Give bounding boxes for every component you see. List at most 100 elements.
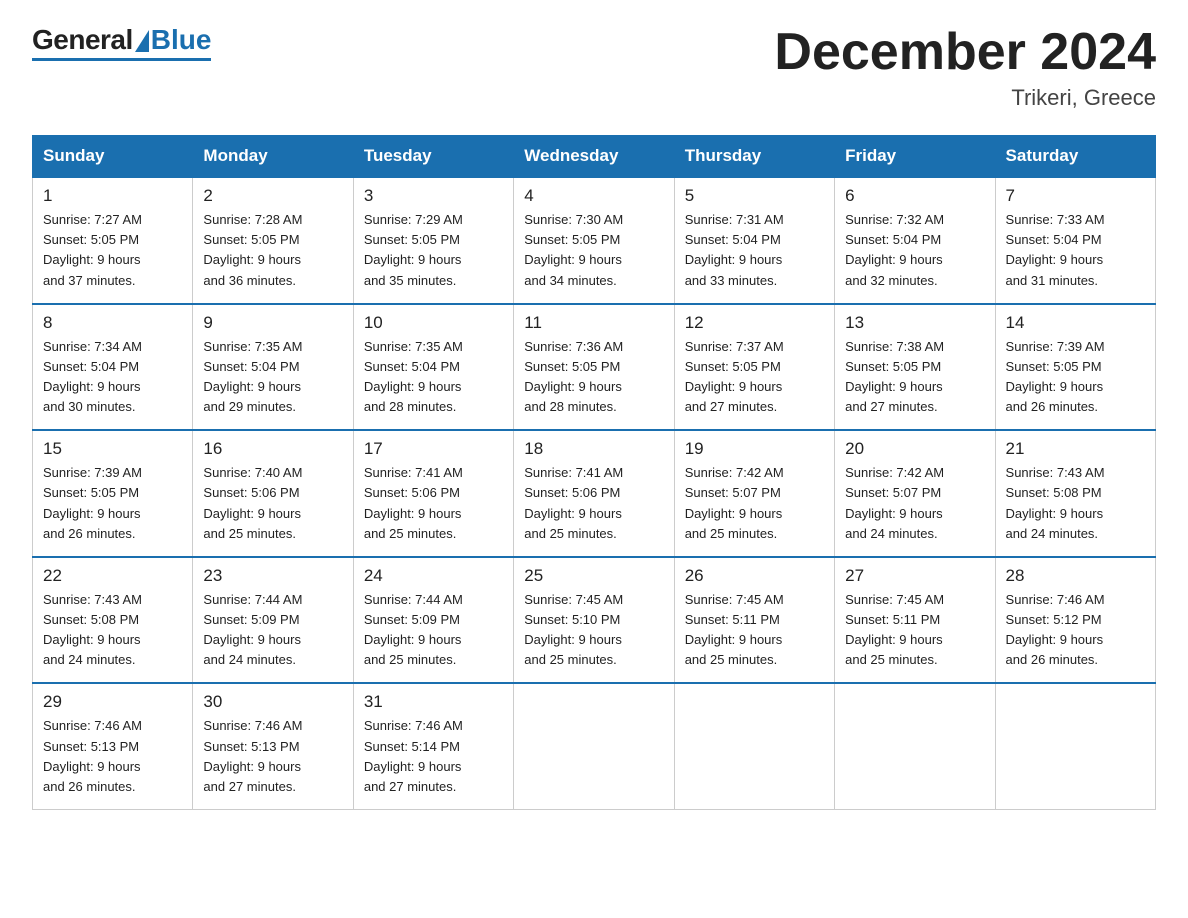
- day-info: Sunrise: 7:44 AMSunset: 5:09 PMDaylight:…: [364, 590, 503, 671]
- day-info: Sunrise: 7:27 AMSunset: 5:05 PMDaylight:…: [43, 210, 182, 291]
- logo-underline: [32, 58, 211, 61]
- day-info: Sunrise: 7:42 AMSunset: 5:07 PMDaylight:…: [845, 463, 984, 544]
- day-number: 6: [845, 186, 984, 206]
- day-number: 24: [364, 566, 503, 586]
- calendar-day-cell: 25 Sunrise: 7:45 AMSunset: 5:10 PMDayligh…: [514, 557, 674, 684]
- day-info: Sunrise: 7:39 AMSunset: 5:05 PMDaylight:…: [1006, 337, 1145, 418]
- day-number: 9: [203, 313, 342, 333]
- title-block: December 2024 Trikeri, Greece: [774, 24, 1156, 111]
- day-number: 7: [1006, 186, 1145, 206]
- calendar-week-row: 22Sunrise: 7:43 AMSunset: 5:08 PMDayligh…: [33, 557, 1156, 684]
- calendar-day-cell: [835, 683, 995, 809]
- calendar-day-cell: 31Sunrise: 7:46 AMSunset: 5:14 PMDayligh…: [353, 683, 513, 809]
- calendar-day-cell: 13 Sunrise: 7:38 AMSunset: 5:05 PMDayligh…: [835, 304, 995, 431]
- calendar-day-cell: 19 Sunrise: 7:42 AMSunset: 5:07 PMDayligh…: [674, 430, 834, 557]
- calendar-day-cell: 5 Sunrise: 7:31 AMSunset: 5:04 PMDaylight…: [674, 177, 834, 304]
- calendar-day-cell: 8Sunrise: 7:34 AMSunset: 5:04 PMDaylight…: [33, 304, 193, 431]
- calendar-day-cell: [674, 683, 834, 809]
- day-info: Sunrise: 7:46 AMSunset: 5:13 PMDaylight:…: [203, 716, 342, 797]
- day-info: Sunrise: 7:45 AMSunset: 5:11 PMDaylight:…: [845, 590, 984, 671]
- calendar-header: SundayMondayTuesdayWednesdayThursdayFrid…: [33, 136, 1156, 178]
- location-title: Trikeri, Greece: [774, 85, 1156, 111]
- page-header: General Blue December 2024 Trikeri, Gree…: [32, 24, 1156, 111]
- calendar-day-cell: 9Sunrise: 7:35 AMSunset: 5:04 PMDaylight…: [193, 304, 353, 431]
- day-number: 26: [685, 566, 824, 586]
- day-info: Sunrise: 7:45 AMSunset: 5:11 PMDaylight:…: [685, 590, 824, 671]
- calendar-day-cell: [995, 683, 1155, 809]
- day-info: Sunrise: 7:34 AMSunset: 5:04 PMDaylight:…: [43, 337, 182, 418]
- calendar-day-cell: 24 Sunrise: 7:44 AMSunset: 5:09 PMDayligh…: [353, 557, 513, 684]
- calendar-day-cell: 14 Sunrise: 7:39 AMSunset: 5:05 PMDayligh…: [995, 304, 1155, 431]
- weekday-header-tuesday: Tuesday: [353, 136, 513, 178]
- day-number: 3: [364, 186, 503, 206]
- calendar-table: SundayMondayTuesdayWednesdayThursdayFrid…: [32, 135, 1156, 810]
- day-info: Sunrise: 7:38 AMSunset: 5:05 PMDaylight:…: [845, 337, 984, 418]
- day-info: Sunrise: 7:41 AMSunset: 5:06 PMDaylight:…: [364, 463, 503, 544]
- calendar-day-cell: 16 Sunrise: 7:40 AMSunset: 5:06 PMDayligh…: [193, 430, 353, 557]
- calendar-day-cell: 21 Sunrise: 7:43 AMSunset: 5:08 PMDayligh…: [995, 430, 1155, 557]
- day-info: Sunrise: 7:28 AMSunset: 5:05 PMDaylight:…: [203, 210, 342, 291]
- weekday-header-wednesday: Wednesday: [514, 136, 674, 178]
- calendar-day-cell: 7 Sunrise: 7:33 AMSunset: 5:04 PMDaylight…: [995, 177, 1155, 304]
- day-info: Sunrise: 7:46 AMSunset: 5:13 PMDaylight:…: [43, 716, 182, 797]
- day-number: 28: [1006, 566, 1145, 586]
- logo-general-text: General: [32, 24, 133, 56]
- day-number: 19: [685, 439, 824, 459]
- calendar-day-cell: 17 Sunrise: 7:41 AMSunset: 5:06 PMDayligh…: [353, 430, 513, 557]
- day-info: Sunrise: 7:33 AMSunset: 5:04 PMDaylight:…: [1006, 210, 1145, 291]
- day-number: 25: [524, 566, 663, 586]
- day-number: 14: [1006, 313, 1145, 333]
- day-number: 21: [1006, 439, 1145, 459]
- calendar-day-cell: 18 Sunrise: 7:41 AMSunset: 5:06 PMDayligh…: [514, 430, 674, 557]
- day-info: Sunrise: 7:42 AMSunset: 5:07 PMDaylight:…: [685, 463, 824, 544]
- day-number: 1: [43, 186, 182, 206]
- day-info: Sunrise: 7:43 AMSunset: 5:08 PMDaylight:…: [1006, 463, 1145, 544]
- day-number: 12: [685, 313, 824, 333]
- day-info: Sunrise: 7:46 AMSunset: 5:12 PMDaylight:…: [1006, 590, 1145, 671]
- month-title: December 2024: [774, 24, 1156, 81]
- day-info: Sunrise: 7:45 AMSunset: 5:10 PMDaylight:…: [524, 590, 663, 671]
- calendar-day-cell: 23 Sunrise: 7:44 AMSunset: 5:09 PMDayligh…: [193, 557, 353, 684]
- calendar-day-cell: 20Sunrise: 7:42 AMSunset: 5:07 PMDayligh…: [835, 430, 995, 557]
- calendar-week-row: 29 Sunrise: 7:46 AMSunset: 5:13 PMDayligh…: [33, 683, 1156, 809]
- calendar-week-row: 8Sunrise: 7:34 AMSunset: 5:04 PMDaylight…: [33, 304, 1156, 431]
- calendar-day-cell: [514, 683, 674, 809]
- weekday-header-thursday: Thursday: [674, 136, 834, 178]
- weekday-header-saturday: Saturday: [995, 136, 1155, 178]
- calendar-day-cell: 22Sunrise: 7:43 AMSunset: 5:08 PMDayligh…: [33, 557, 193, 684]
- day-info: Sunrise: 7:32 AMSunset: 5:04 PMDaylight:…: [845, 210, 984, 291]
- calendar-day-cell: 4 Sunrise: 7:30 AMSunset: 5:05 PMDaylight…: [514, 177, 674, 304]
- day-number: 13: [845, 313, 984, 333]
- day-number: 23: [203, 566, 342, 586]
- day-info: Sunrise: 7:39 AMSunset: 5:05 PMDaylight:…: [43, 463, 182, 544]
- calendar-day-cell: 26 Sunrise: 7:45 AMSunset: 5:11 PMDayligh…: [674, 557, 834, 684]
- day-number: 5: [685, 186, 824, 206]
- logo-triangle-icon: [135, 30, 149, 52]
- day-number: 18: [524, 439, 663, 459]
- calendar-day-cell: 11Sunrise: 7:36 AMSunset: 5:05 PMDayligh…: [514, 304, 674, 431]
- day-number: 29: [43, 692, 182, 712]
- calendar-day-cell: 12 Sunrise: 7:37 AMSunset: 5:05 PMDayligh…: [674, 304, 834, 431]
- day-info: Sunrise: 7:31 AMSunset: 5:04 PMDaylight:…: [685, 210, 824, 291]
- calendar-day-cell: 10Sunrise: 7:35 AMSunset: 5:04 PMDayligh…: [353, 304, 513, 431]
- day-number: 17: [364, 439, 503, 459]
- calendar-day-cell: 29 Sunrise: 7:46 AMSunset: 5:13 PMDayligh…: [33, 683, 193, 809]
- day-info: Sunrise: 7:40 AMSunset: 5:06 PMDaylight:…: [203, 463, 342, 544]
- day-number: 15: [43, 439, 182, 459]
- day-info: Sunrise: 7:37 AMSunset: 5:05 PMDaylight:…: [685, 337, 824, 418]
- day-info: Sunrise: 7:41 AMSunset: 5:06 PMDaylight:…: [524, 463, 663, 544]
- day-number: 4: [524, 186, 663, 206]
- day-info: Sunrise: 7:43 AMSunset: 5:08 PMDaylight:…: [43, 590, 182, 671]
- day-info: Sunrise: 7:30 AMSunset: 5:05 PMDaylight:…: [524, 210, 663, 291]
- weekday-header-friday: Friday: [835, 136, 995, 178]
- calendar-day-cell: 28 Sunrise: 7:46 AMSunset: 5:12 PMDayligh…: [995, 557, 1155, 684]
- day-info: Sunrise: 7:35 AMSunset: 5:04 PMDaylight:…: [364, 337, 503, 418]
- calendar-day-cell: 3Sunrise: 7:29 AMSunset: 5:05 PMDaylight…: [353, 177, 513, 304]
- logo: General Blue: [32, 24, 211, 61]
- day-number: 2: [203, 186, 342, 206]
- day-info: Sunrise: 7:44 AMSunset: 5:09 PMDaylight:…: [203, 590, 342, 671]
- weekday-header-sunday: Sunday: [33, 136, 193, 178]
- day-number: 16: [203, 439, 342, 459]
- day-info: Sunrise: 7:36 AMSunset: 5:05 PMDaylight:…: [524, 337, 663, 418]
- calendar-week-row: 1 Sunrise: 7:27 AMSunset: 5:05 PMDaylight…: [33, 177, 1156, 304]
